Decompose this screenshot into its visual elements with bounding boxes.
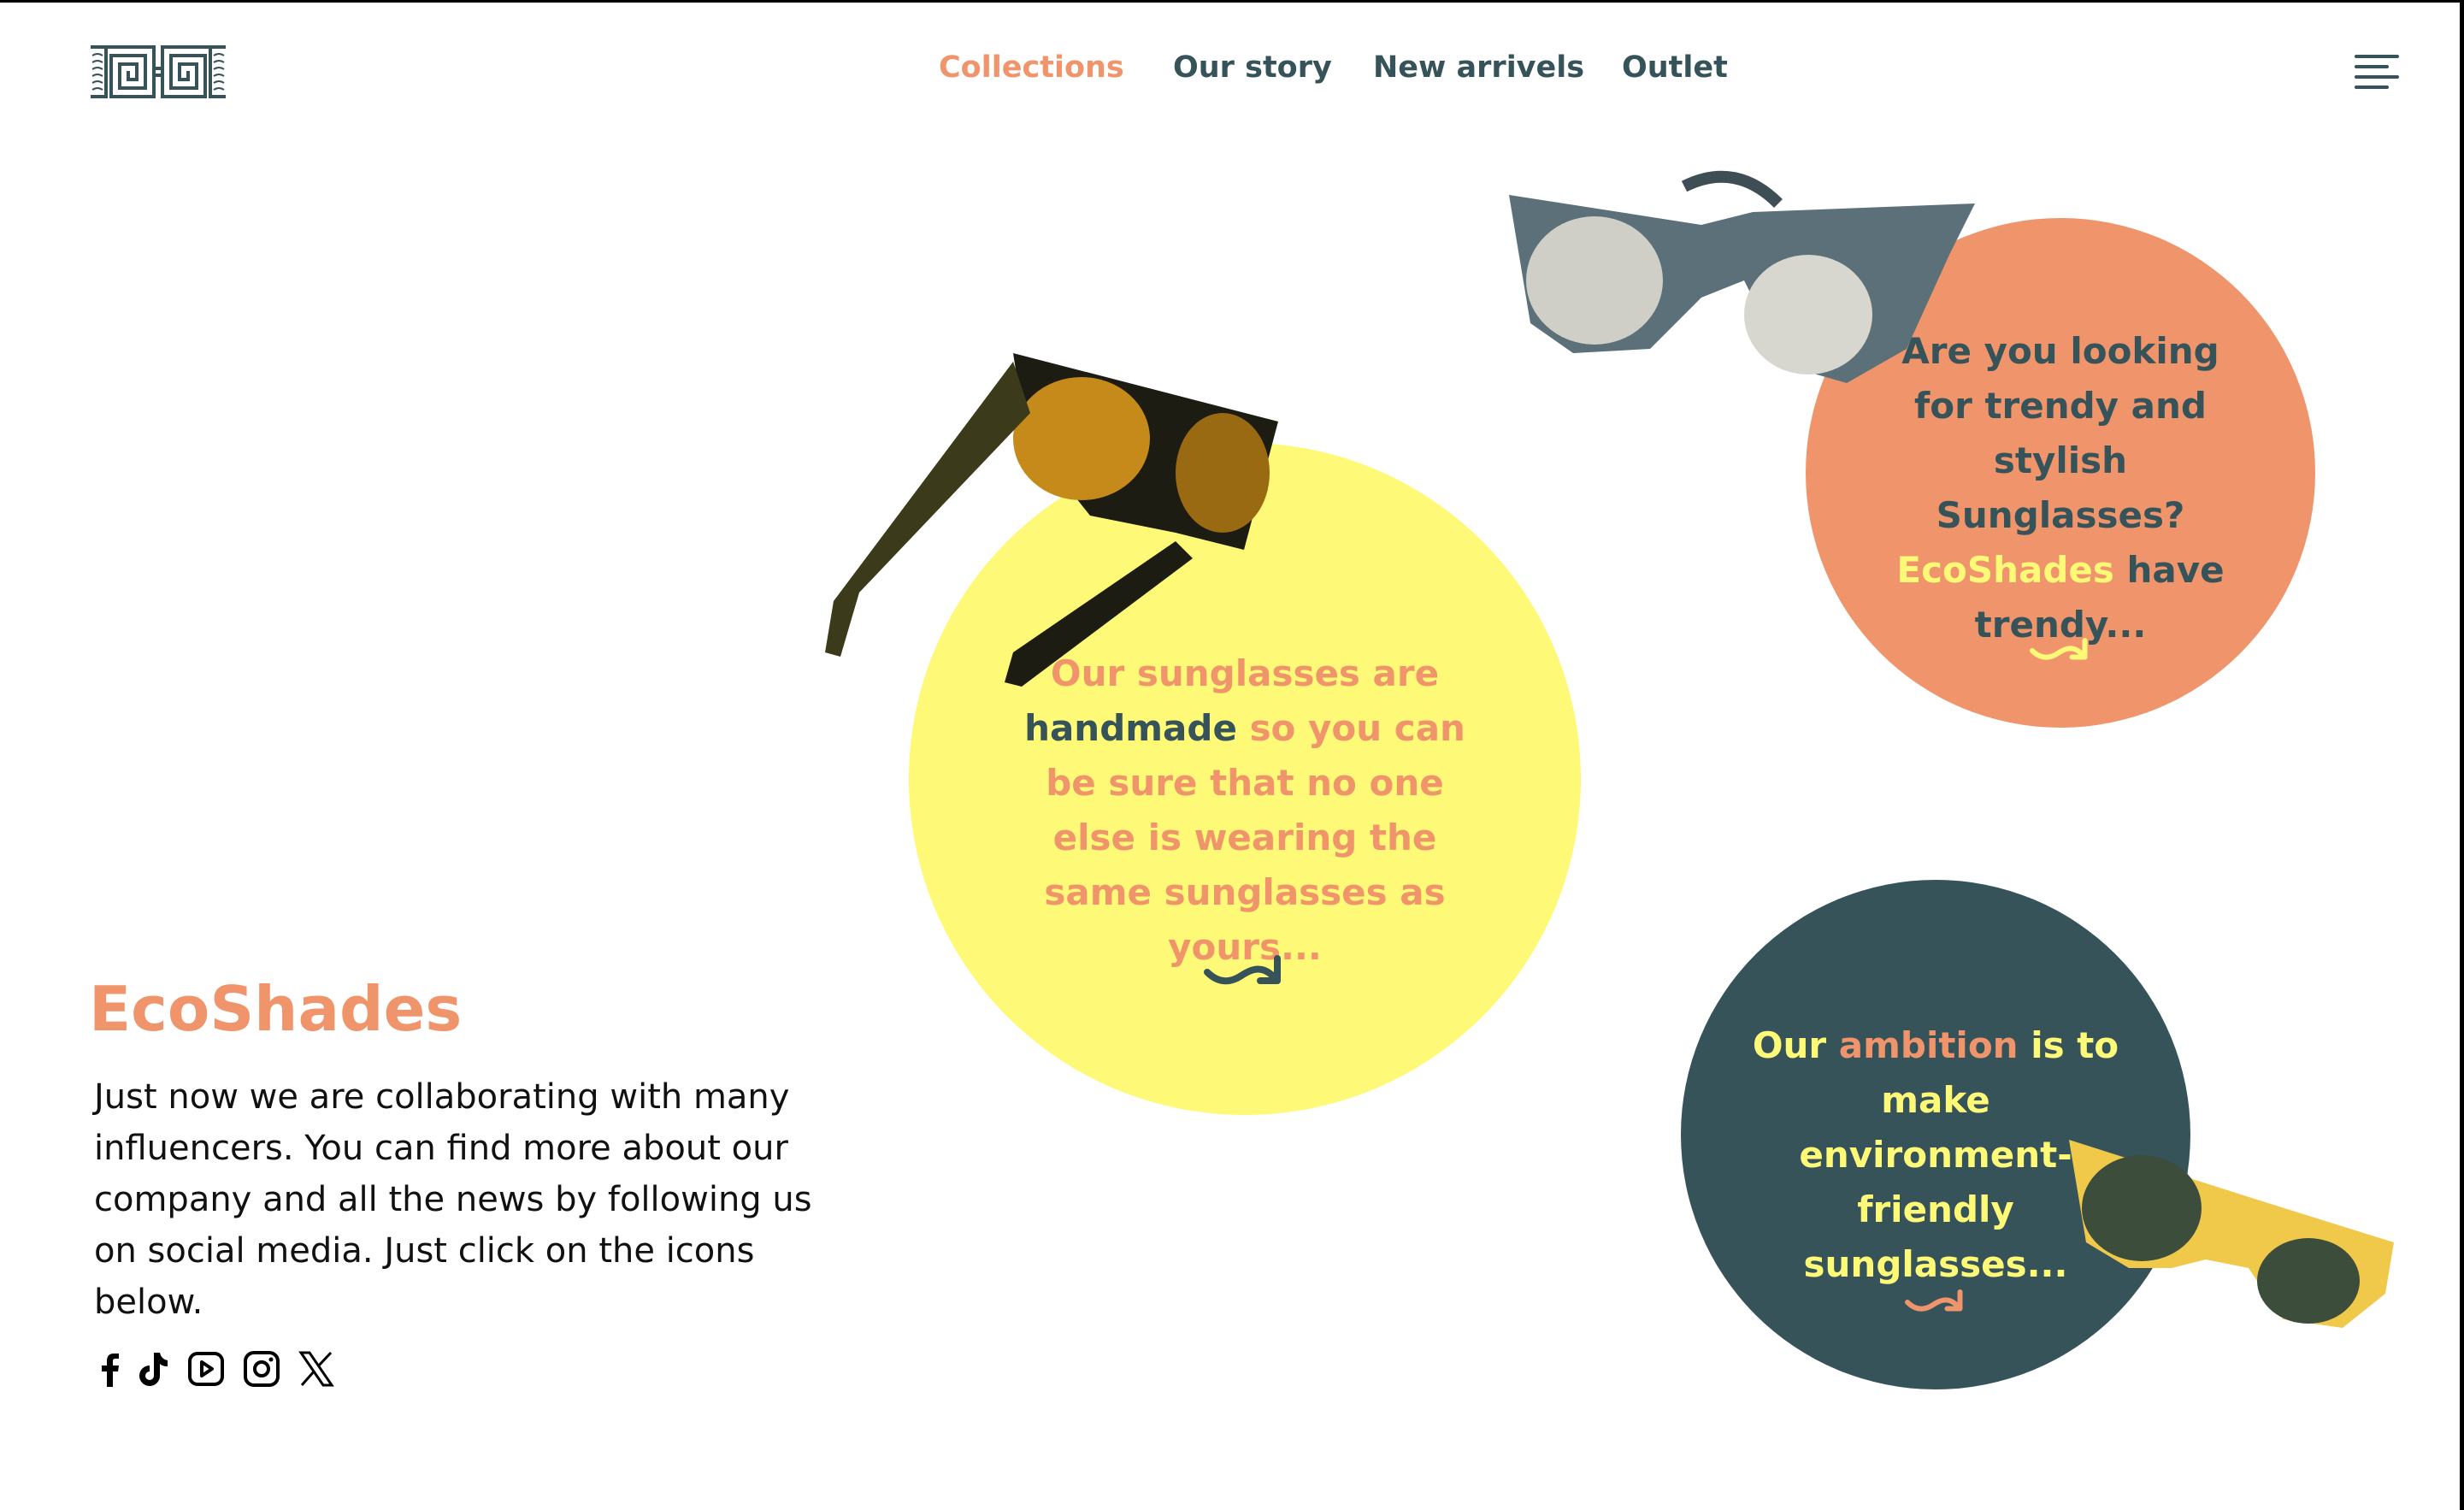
nav-new-arrivals[interactable]: New arrivels xyxy=(1373,50,1584,85)
youtube-icon[interactable] xyxy=(186,1349,226,1389)
hamburger-menu-icon[interactable] xyxy=(2355,52,2399,90)
nav-collections[interactable]: Collections xyxy=(939,50,1124,85)
wave-arrow-icon[interactable] xyxy=(1202,952,1288,993)
instagram-icon[interactable] xyxy=(242,1349,281,1389)
text-bold: handmade xyxy=(1024,707,1237,749)
wave-arrow-icon[interactable] xyxy=(1903,1287,1968,1318)
x-icon[interactable] xyxy=(297,1349,336,1389)
grey-wood-sunglasses-image xyxy=(1509,170,1975,383)
logo[interactable] xyxy=(89,45,227,98)
brand-heading: EcoShades xyxy=(89,973,463,1045)
yellow-sunglasses-image xyxy=(2069,1140,2394,1328)
wave-arrow-icon[interactable] xyxy=(2028,635,2093,666)
text-brand: EcoShades xyxy=(1896,549,2114,591)
nav-our-story[interactable]: Our story xyxy=(1173,50,1332,85)
tiktok-icon[interactable] xyxy=(133,1349,173,1389)
about-paragraph: Just now we are collaborating with many … xyxy=(94,1077,812,1322)
nav-outlet[interactable]: Outlet xyxy=(1622,50,1728,85)
camo-sunglasses-image xyxy=(825,353,1278,687)
text-pre: Our xyxy=(1752,1024,1827,1066)
text-highlight: ambition xyxy=(1838,1024,2019,1066)
facebook-icon[interactable] xyxy=(91,1349,130,1389)
